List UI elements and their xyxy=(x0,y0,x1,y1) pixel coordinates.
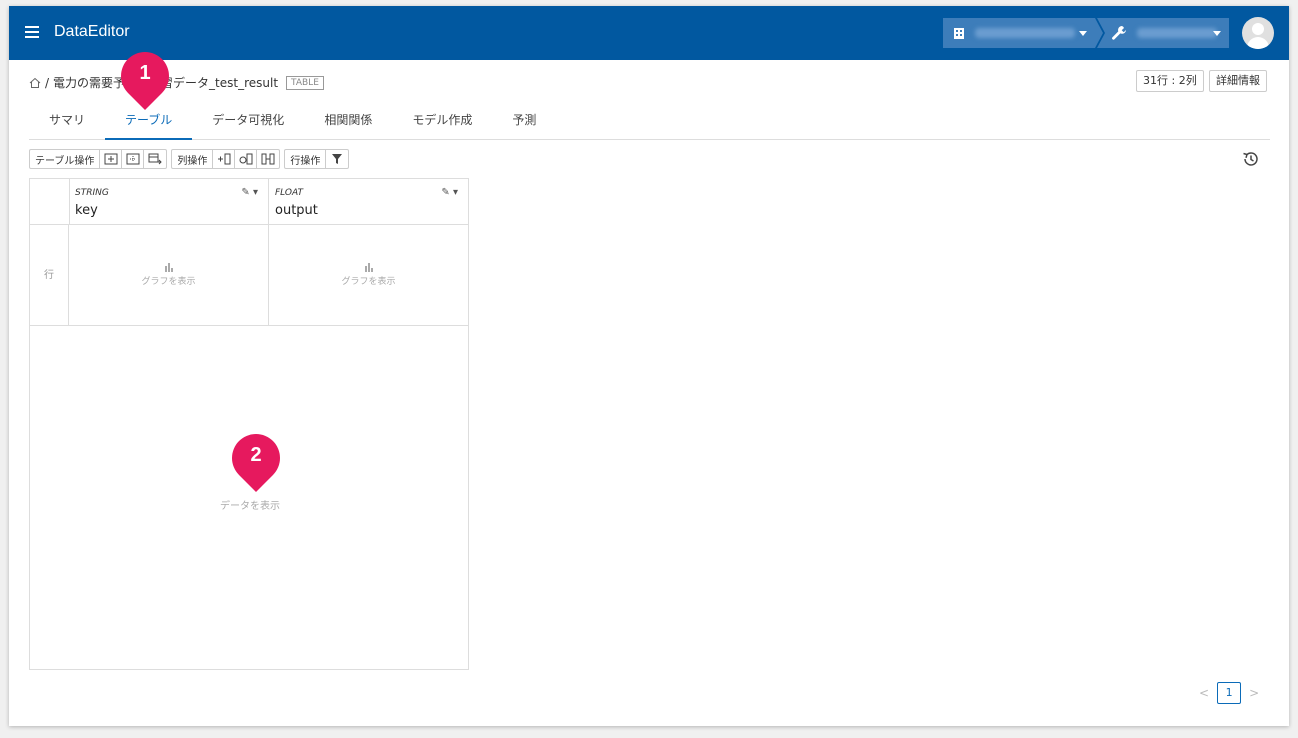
wrench-icon xyxy=(1112,26,1126,40)
show-graph-output[interactable]: グラフを表示 xyxy=(269,225,469,326)
hamburger-menu-icon[interactable] xyxy=(25,26,39,38)
column-name: key xyxy=(75,203,98,218)
page-button-current[interactable]: 1 xyxy=(1217,682,1242,704)
show-data-label[interactable]: データを表示 xyxy=(30,497,470,512)
breadcrumb: / 電力の需要予測用学習データ_test_result TABLE xyxy=(29,74,324,91)
tab-visualization[interactable]: データ可視化 xyxy=(192,106,304,140)
filter-icon[interactable] xyxy=(326,150,348,168)
show-graph-key[interactable]: グラフを表示 xyxy=(69,225,269,326)
pagination: < 1 > xyxy=(1199,682,1259,704)
show-graph-label: グラフを表示 xyxy=(141,277,196,287)
row-ops-button[interactable]: 行操作 xyxy=(285,150,327,168)
next-page-icon[interactable]: > xyxy=(1249,686,1259,700)
add-column-icon[interactable] xyxy=(213,150,236,168)
annotation-marker-1: 1 xyxy=(111,42,179,110)
building-icon xyxy=(954,28,964,39)
blurred-organization-name xyxy=(975,28,1075,38)
chevron-down-icon xyxy=(1079,31,1087,36)
column-name: output xyxy=(275,203,318,218)
user-avatar[interactable] xyxy=(1242,17,1274,49)
chevron-down-icon xyxy=(1213,31,1221,36)
merge-columns-icon[interactable] xyxy=(257,150,279,168)
tab-summary[interactable]: サマリ xyxy=(29,106,105,140)
column-ops-group: 列操作 xyxy=(171,149,281,169)
table-ops-group: テーブル操作 xyxy=(29,149,168,169)
project-selector[interactable] xyxy=(1097,18,1229,48)
pencil-icon[interactable]: ✎ ▾ xyxy=(241,187,258,198)
top-bar: DataEditor xyxy=(9,6,1289,60)
annotation-marker-2: 2 xyxy=(222,424,290,492)
prev-page-icon[interactable]: < xyxy=(1199,686,1209,700)
table-merge-icon[interactable] xyxy=(100,150,123,168)
tab-bar: サマリ テーブル データ可視化 相関関係 モデル作成 予測 xyxy=(29,106,1270,140)
home-icon[interactable] xyxy=(29,77,41,89)
table-export-icon[interactable] xyxy=(144,150,166,168)
show-graph-label: グラフを表示 xyxy=(341,277,396,287)
type-tag: TABLE xyxy=(286,75,324,90)
column-type: STRING xyxy=(75,188,109,198)
row-label: 行 xyxy=(30,225,69,326)
bar-chart-icon xyxy=(164,263,173,272)
breadcrumb-separator: / xyxy=(45,75,50,90)
table-join-icon[interactable] xyxy=(122,150,145,168)
formula-column-icon[interactable] xyxy=(235,150,258,168)
organization-selector[interactable] xyxy=(943,18,1103,48)
table-ops-button[interactable]: テーブル操作 xyxy=(30,150,101,168)
column-header-output[interactable]: FLOAT output ✎ ▾ xyxy=(269,179,469,225)
tab-prediction[interactable]: 予測 xyxy=(492,106,556,140)
tab-model-creation[interactable]: モデル作成 xyxy=(392,106,492,140)
corner-cell xyxy=(30,179,70,225)
column-type: FLOAT xyxy=(275,188,303,198)
data-grid: STRING key ✎ ▾ FLOAT output ✎ ▾ 行 グラフを表示… xyxy=(29,178,469,670)
app-window: DataEditor / 電力の需要予測用学習データ_test_result T… xyxy=(9,6,1289,726)
bar-chart-icon xyxy=(364,263,373,272)
row-ops-group: 行操作 xyxy=(284,149,350,169)
details-button[interactable]: 詳細情報 xyxy=(1209,70,1267,92)
pencil-icon[interactable]: ✎ ▾ xyxy=(441,187,458,198)
blurred-project-name xyxy=(1137,28,1217,38)
app-title: DataEditor xyxy=(54,23,130,40)
size-button[interactable]: 31行 : 2列 xyxy=(1136,70,1204,92)
toolbar: テーブル操作 列操作 行操作 xyxy=(29,149,350,169)
tab-correlation[interactable]: 相関関係 xyxy=(304,106,392,140)
history-icon[interactable] xyxy=(1242,150,1260,168)
tab-table[interactable]: テーブル xyxy=(105,106,193,140)
column-header-key[interactable]: STRING key ✎ ▾ xyxy=(69,179,269,225)
column-ops-button[interactable]: 列操作 xyxy=(172,150,214,168)
